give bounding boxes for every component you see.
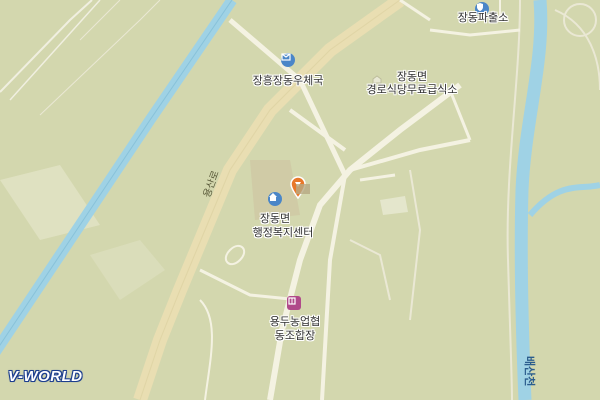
stream-name-label: 배산천 <box>523 356 536 387</box>
coop-label-line1[interactable]: 용두농업협 <box>262 315 328 328</box>
welfare-center-label-line1[interactable]: 장동면 <box>246 212 304 225</box>
field-patch <box>0 165 100 240</box>
map-canvas[interactable]: 장동파출소 장흥장동우체국 장동면 경로식당무료급식소 장동면 행정복지센터 용… <box>0 0 600 400</box>
police-station-label[interactable]: 장동파출소 <box>448 11 518 24</box>
bank-icon[interactable] <box>287 296 301 310</box>
secondary-road <box>267 82 462 400</box>
building-block <box>296 184 310 194</box>
building-block <box>380 196 408 215</box>
stream-right <box>514 0 548 400</box>
vworld-logo: V-WORLD <box>8 368 83 385</box>
home-icon[interactable] <box>268 192 282 206</box>
field-patch <box>90 240 165 300</box>
post-office-label[interactable]: 장흥장동우체국 <box>236 74 340 87</box>
senior-meal-label-line1[interactable]: 장동면 <box>380 70 444 83</box>
senior-meal-label-line2[interactable]: 경로식당무료급식소 <box>358 83 466 96</box>
post-office-icon[interactable] <box>281 53 295 67</box>
coop-label-line2[interactable]: 동조합장 <box>265 329 325 342</box>
welfare-center-label-line2[interactable]: 행정복지센터 <box>240 226 326 239</box>
